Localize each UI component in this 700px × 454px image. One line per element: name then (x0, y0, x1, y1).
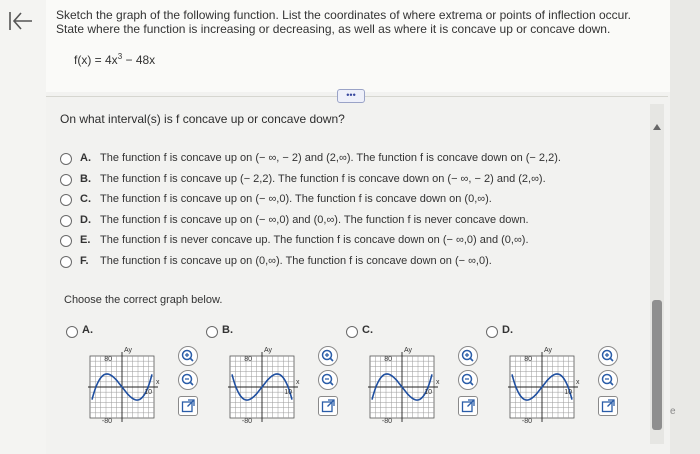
radio-d[interactable] (60, 214, 72, 227)
expand-more-button[interactable]: ••• (337, 89, 365, 103)
graph-radio-a[interactable] (66, 326, 78, 338)
y-tick-label-bottom: -80 (382, 418, 392, 424)
option-f[interactable]: F. The function f is concave up on (0,∞).… (60, 251, 640, 272)
zoom-out-icon[interactable] (458, 370, 478, 390)
y-axis-label: Ay (404, 347, 413, 354)
x-tick-label-right: 10 (284, 389, 292, 396)
option-c[interactable]: C. The function f is concave up on (− ∞,0… (60, 189, 640, 210)
question-text: On what interval(s) is f concave up or c… (60, 112, 345, 126)
answer-options: A. The function f is concave up on (− ∞, … (60, 148, 640, 271)
zoom-in-icon[interactable] (598, 346, 618, 366)
y-tick-label-bottom: -80 (242, 418, 252, 424)
edge-text: e (670, 406, 676, 417)
option-e[interactable]: E. The function f is never concave up. Th… (60, 230, 640, 251)
graph-option-d[interactable]: D. Ay 80 -80 10 x (486, 324, 626, 424)
x-axis-label: x (156, 379, 160, 386)
graph-radio-b[interactable] (206, 326, 218, 338)
y-tick-label-top: 80 (244, 356, 252, 363)
y-axis-label: Ay (544, 347, 553, 354)
y-tick-label-bottom: -80 (102, 418, 112, 424)
graph-option-c[interactable]: C. Ay 80 -80 10 x (346, 324, 486, 424)
popout-icon[interactable] (178, 396, 198, 416)
graph-option-a[interactable]: A. Ay 80 -80 10 x (66, 324, 206, 424)
x-tick-label-right: 10 (564, 389, 572, 396)
right-edge-panel (670, 0, 700, 454)
radio-a[interactable] (60, 153, 72, 165)
graph-option-b[interactable]: B. Ay 80 -80 10 x (206, 324, 346, 424)
radio-b[interactable] (60, 173, 72, 186)
option-d[interactable]: D. The function f is concave up on (− ∞,0… (60, 210, 640, 231)
choose-graph-label: Choose the correct graph below. (64, 294, 223, 306)
graph-thumbnail-c[interactable]: Ay 80 -80 10 x (366, 346, 444, 424)
x-tick-label-right: 10 (424, 389, 432, 396)
zoom-out-icon[interactable] (178, 370, 198, 390)
y-axis-label: Ay (264, 347, 273, 354)
x-axis-label: x (296, 379, 300, 386)
graph-thumbnail-d[interactable]: Ay 80 -80 10 x (506, 346, 584, 424)
graph-radio-d[interactable] (486, 326, 498, 338)
x-tick-label-right: 10 (144, 389, 152, 396)
back-arrow-icon[interactable] (6, 8, 36, 34)
x-axis-label: x (436, 379, 440, 386)
popout-icon[interactable] (318, 396, 338, 416)
radio-c[interactable] (60, 194, 72, 206)
back-column (0, 0, 46, 454)
zoom-out-icon[interactable] (318, 370, 338, 390)
zoom-in-icon[interactable] (458, 346, 478, 366)
option-a[interactable]: A. The function f is concave up on (− ∞, … (60, 148, 640, 169)
question-body: On what interval(s) is f concave up or c… (46, 104, 650, 454)
popout-icon[interactable] (598, 396, 618, 416)
zoom-in-icon[interactable] (178, 346, 198, 366)
radio-e[interactable] (60, 235, 72, 247)
radio-f[interactable] (60, 255, 72, 268)
popout-icon[interactable] (458, 396, 478, 416)
x-axis-label: x (576, 379, 580, 386)
question-header: Sketch the graph of the following functi… (46, 0, 670, 92)
problem-prompt: Sketch the graph of the following functi… (56, 8, 631, 36)
zoom-in-icon[interactable] (318, 346, 338, 366)
y-tick-label-bottom: -80 (522, 418, 532, 424)
graph-thumbnail-b[interactable]: Ay 80 -80 10 x (226, 346, 304, 424)
zoom-out-icon[interactable] (598, 370, 618, 390)
y-tick-label-top: 80 (524, 356, 532, 363)
y-axis-label: Ay (124, 347, 133, 354)
scrollbar-thumb[interactable] (652, 300, 662, 430)
scroll-up-arrow-icon[interactable] (652, 122, 662, 132)
graph-thumbnail-a[interactable]: Ay 80 -80 10 x (86, 346, 164, 424)
function-expression: f(x) = 4x3 − 48x (74, 52, 156, 67)
option-b[interactable]: B. The function f is concave up (− 2,2). … (60, 169, 640, 190)
y-tick-label-top: 80 (104, 356, 112, 363)
graph-radio-c[interactable] (346, 326, 358, 338)
y-tick-label-top: 80 (384, 356, 392, 363)
